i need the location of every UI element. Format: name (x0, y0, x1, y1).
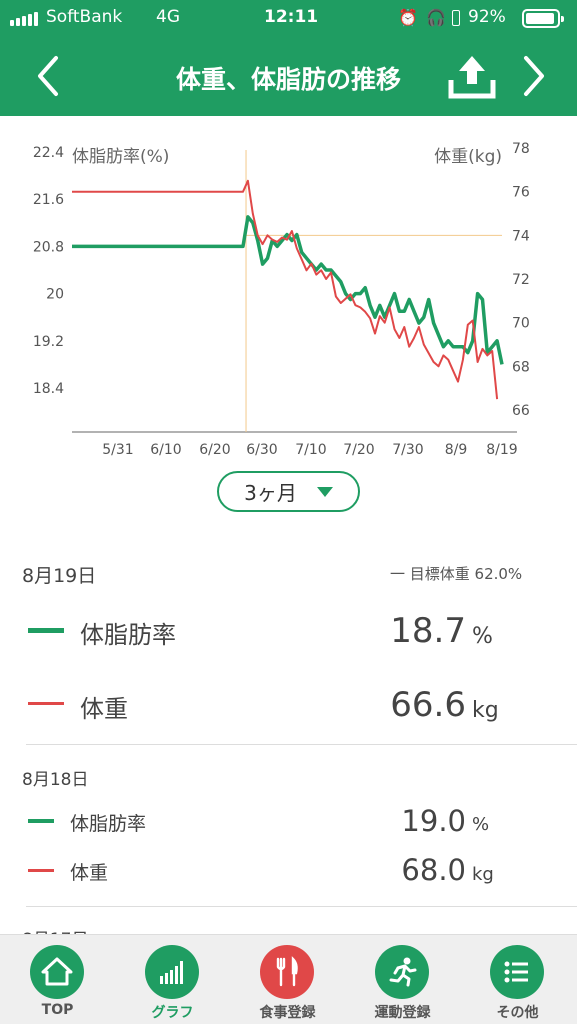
right-tick-label: 78 (512, 141, 530, 157)
left-tick-label: 19.2 (33, 334, 64, 350)
right-tick-label: 70 (512, 316, 530, 332)
left-tick-label: 18.4 (33, 381, 64, 397)
right-tick-label: 74 (512, 228, 530, 244)
x-tick-label: 8/9 (445, 442, 468, 458)
divider (26, 744, 577, 745)
tab-exercise-log[interactable]: 運動登録 (345, 935, 460, 1024)
body-fat-legend-line (28, 628, 64, 633)
left-axis-label: 体脂肪率(%) (72, 147, 169, 167)
tab-graph[interactable]: グラフ (115, 935, 230, 1024)
fork-knife-icon (260, 945, 314, 999)
x-tick-label: 7/30 (392, 442, 423, 458)
left-tick-label: 22.4 (33, 145, 64, 161)
tab-label: TOP (41, 1002, 74, 1018)
body-fat-unit: % (472, 814, 490, 835)
battery-percent: 92% (468, 7, 506, 27)
carrier-name: SoftBank (46, 7, 123, 27)
status-bar: SoftBank 4G 12:11 ⏰ 🎧 92% (0, 0, 577, 36)
weight-legend-line (28, 869, 54, 872)
tab-other[interactable]: その他 (460, 935, 575, 1024)
tab-bar: TOP グラフ 食事登録 運動登録 その他 (0, 934, 577, 1024)
small-battery-icon (452, 10, 460, 26)
body-fat-value: 19.0 (401, 804, 466, 838)
weight-value: 66.6 (390, 685, 466, 725)
weight-label: 体重 (70, 862, 109, 884)
alarm-icon: ⏰ (398, 8, 418, 27)
list-icon (490, 945, 544, 999)
x-tick-label: 6/30 (246, 442, 277, 458)
right-tick-label: 68 (512, 359, 530, 375)
share-button[interactable] (447, 54, 497, 100)
tab-label: グラフ (151, 1005, 194, 1021)
signal-icon (10, 12, 38, 26)
app-header: 体重、体脂肪の推移 (0, 36, 577, 116)
right-tick-label: 66 (512, 403, 530, 419)
body-fat-legend-line (28, 819, 54, 823)
weight-series-line (72, 179, 499, 400)
x-tick-label: 6/20 (199, 442, 230, 458)
network-type: 4G (156, 7, 180, 27)
left-tick-label: 21.6 (33, 192, 64, 208)
x-tick-label: 6/10 (150, 442, 181, 458)
body-fat-value: 18.7 (390, 611, 466, 651)
right-tick-label: 72 (512, 272, 530, 288)
weight-label: 体重 (80, 695, 128, 723)
body-fat-unit: % (472, 624, 493, 649)
chart-canvas: 22.4 21.6 20.8 20 19.2 18.4 78 76 74 72 70 68 66 体脂肪率… (33, 141, 530, 458)
weight-fat-chart: 22.4 21.6 20.8 20 19.2 18.4 78 76 74 72 70 68 66 体脂肪率… (0, 130, 577, 470)
home-icon (30, 945, 84, 999)
x-tick-label: 7/20 (343, 442, 374, 458)
tab-top[interactable]: TOP (0, 935, 115, 1024)
left-tick-label: 20 (46, 287, 64, 303)
chevron-right-icon (524, 56, 544, 96)
weight-legend-line (28, 702, 64, 705)
headphones-icon: 🎧 (426, 8, 446, 27)
x-tick-label: 8/19 (486, 442, 517, 458)
body-fat-label: 体脂肪率 (70, 813, 147, 835)
share-icon (448, 56, 496, 99)
body-fat-label: 体脂肪率 (80, 621, 176, 649)
left-tick-label: 20.8 (33, 239, 64, 255)
tab-label: その他 (496, 1005, 539, 1021)
range-dropdown[interactable]: 3ヶ月 (217, 471, 360, 512)
next-button[interactable] (514, 54, 554, 98)
range-label: 3ヶ月 (244, 481, 297, 505)
goal-weight-label: 一 目標体重 62.0% (390, 565, 523, 583)
weight-unit: kg (472, 698, 499, 723)
weight-unit: kg (472, 864, 494, 885)
battery-icon (522, 9, 564, 28)
caret-down-icon (316, 486, 333, 497)
clock: 12:11 (264, 7, 319, 27)
x-tick-label: 7/10 (295, 442, 326, 458)
divider (26, 906, 577, 907)
runner-icon (375, 945, 429, 999)
entry-date: 8月19日 (22, 565, 97, 587)
weight-value: 68.0 (401, 853, 466, 887)
right-axis-label: 体重(kg) (434, 147, 502, 167)
tab-label: 運動登録 (374, 1005, 431, 1021)
entry-date: 8月18日 (22, 770, 89, 790)
tab-meal-log[interactable]: 食事登録 (230, 935, 345, 1024)
right-tick-label: 76 (512, 185, 530, 201)
x-tick-label: 5/31 (102, 442, 133, 458)
bar-chart-icon (145, 945, 199, 999)
tab-label: 食事登録 (259, 1005, 316, 1021)
